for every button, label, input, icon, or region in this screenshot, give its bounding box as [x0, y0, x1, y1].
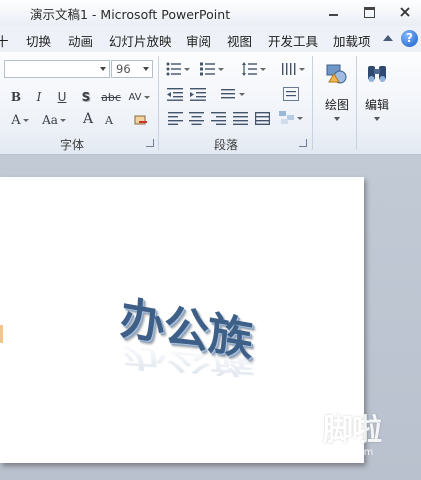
close-icon: [400, 7, 410, 17]
change-case-button[interactable]: Aa: [40, 111, 68, 129]
chevron-down-icon: [374, 117, 380, 121]
ribbon: 96 B I U S abc AV A Aa A A 字体 段落 绘图 编辑: [0, 52, 421, 155]
align-text-icon: [283, 87, 299, 101]
text-direction-icon: [221, 89, 235, 99]
distributed-icon: [254, 111, 270, 125]
chevron-down-icon: [143, 95, 150, 99]
italic-button[interactable]: I: [30, 88, 48, 106]
chevron-down-icon: [22, 118, 29, 122]
text-direction-button[interactable]: [219, 85, 247, 103]
strikethrough-button[interactable]: abc: [100, 88, 122, 106]
change-case-label: Aa: [42, 113, 58, 127]
font-name-combo[interactable]: [4, 60, 110, 78]
title-bar: 演示文稿1 - Microsoft PowerPoint: [0, 0, 421, 26]
font-color-button[interactable]: A: [7, 111, 33, 129]
tab-transitions[interactable]: 切换: [26, 31, 51, 50]
justify-icon: [232, 111, 248, 125]
font-group-label: 字体: [60, 138, 85, 152]
eraser-icon: [134, 115, 147, 125]
chevron-down-icon: [184, 67, 190, 71]
bold-button[interactable]: B: [7, 88, 25, 106]
decrease-indent-button[interactable]: [166, 85, 184, 103]
outdent-icon: [167, 88, 183, 101]
group-divider: [158, 56, 159, 150]
chevron-down-icon: [334, 117, 340, 121]
chevron-down-icon: [59, 118, 66, 122]
align-left-icon: [167, 111, 183, 125]
slide-text-reflection: 办公族: [122, 342, 255, 381]
shapes-icon: [326, 64, 347, 84]
font-color-label: A: [11, 112, 21, 128]
minimize-icon: [328, 14, 338, 16]
editing-label: 编辑: [364, 98, 389, 112]
minimize-ribbon-icon[interactable]: [383, 35, 393, 41]
distributed-button[interactable]: [253, 109, 271, 127]
character-spacing-label: AV: [128, 91, 142, 103]
underline-button[interactable]: U: [53, 88, 71, 106]
align-right-icon: [210, 111, 226, 125]
drawing-label: 绘图: [324, 98, 349, 112]
maximize-button[interactable]: [356, 3, 382, 21]
grow-font-button[interactable]: A: [79, 110, 97, 128]
binoculars-icon: [368, 66, 386, 82]
watermark-domain: com: [352, 447, 374, 458]
character-spacing-button[interactable]: AV: [126, 88, 152, 106]
chevron-down-icon: [299, 67, 305, 71]
chevron-down-icon: [100, 67, 106, 71]
group-divider: [312, 56, 313, 150]
justify-button[interactable]: [231, 109, 249, 127]
ribbon-tab-bar: 十 切换 动画 幻灯片放映 审阅 视图 开发工具 加载项 ?: [0, 26, 421, 53]
font-size-value: 96: [116, 62, 131, 76]
line-spacing-button[interactable]: [240, 60, 268, 78]
tab-review[interactable]: 审阅: [186, 31, 211, 50]
tab-developer[interactable]: 开发工具: [268, 31, 318, 50]
align-right-button[interactable]: [209, 109, 227, 127]
indent-icon: [190, 88, 206, 101]
font-size-combo[interactable]: 96: [111, 60, 153, 78]
watermark-logo: 脚啦: [323, 413, 382, 448]
text-shadow-button[interactable]: S: [77, 88, 95, 106]
chevron-down-icon: [239, 92, 245, 96]
chevron-down-icon: [143, 67, 149, 71]
maximize-icon: [363, 6, 375, 18]
chevron-down-icon: [218, 67, 224, 71]
columns-button[interactable]: [279, 60, 307, 78]
paragraph-dialog-launcher-icon[interactable]: [299, 139, 307, 147]
numbering-button[interactable]: [198, 60, 226, 78]
chevron-down-icon: [260, 67, 266, 71]
window-title: 演示文稿1 - Microsoft PowerPoint: [30, 7, 231, 22]
tab-slideshow[interactable]: 幻灯片放映: [109, 31, 172, 50]
tab-animations[interactable]: 动画: [68, 31, 93, 50]
drawing-button[interactable]: 绘图: [316, 56, 358, 130]
tab-view[interactable]: 视图: [227, 31, 252, 50]
bullets-button[interactable]: [164, 60, 192, 78]
tab-addins[interactable]: 加载项: [333, 31, 371, 50]
shrink-font-button[interactable]: A: [100, 111, 118, 129]
tab-insert-partial[interactable]: 十: [0, 31, 9, 50]
chevron-down-icon: [297, 116, 303, 120]
slide-canvas[interactable]: 办公族 办公族: [0, 177, 364, 463]
bullet-list-icon: [166, 62, 181, 76]
font-dialog-launcher-icon[interactable]: [146, 139, 154, 147]
align-text-button[interactable]: [282, 85, 300, 103]
editing-button[interactable]: 编辑: [356, 56, 398, 130]
smartart-icon: [279, 111, 294, 124]
align-center-icon: [188, 111, 204, 125]
line-spacing-icon: [242, 62, 257, 76]
columns-icon: [282, 63, 296, 75]
align-center-button[interactable]: [187, 109, 205, 127]
increase-indent-button[interactable]: [189, 85, 207, 103]
minimize-button[interactable]: [320, 3, 346, 21]
align-left-button[interactable]: [166, 109, 184, 127]
paragraph-group-label: 段落: [214, 138, 239, 152]
numbered-list-icon: [200, 62, 215, 76]
clear-formatting-button[interactable]: [132, 111, 150, 129]
selection-marker: [0, 325, 3, 343]
close-button[interactable]: [392, 3, 418, 21]
smartart-button[interactable]: [278, 109, 304, 127]
help-icon[interactable]: ?: [401, 30, 418, 47]
